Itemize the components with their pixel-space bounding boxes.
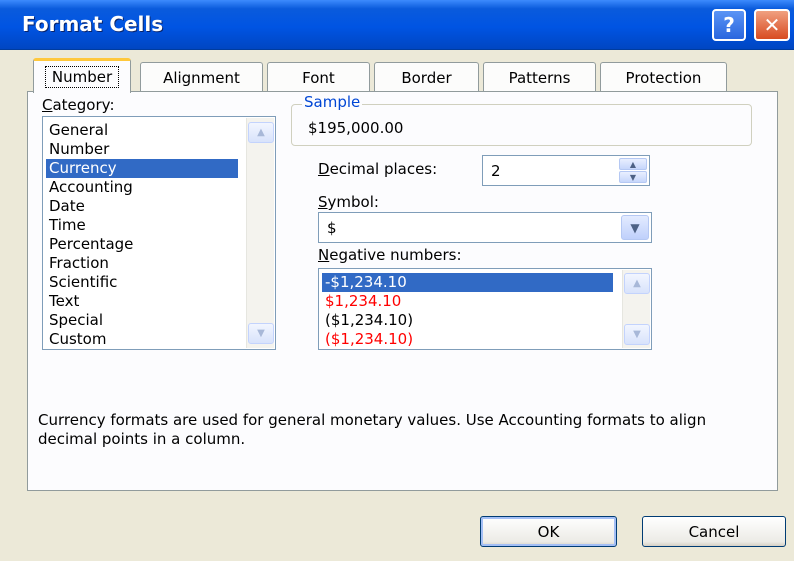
negative-numbers-text: egative numbers: [329, 246, 462, 264]
tab-number-label: Number [44, 66, 120, 88]
tab-protection[interactable]: Protection [600, 62, 727, 92]
tab-number[interactable]: Number [33, 58, 131, 93]
tab-border-label: Border [401, 68, 452, 87]
symbol-accesskey: S [318, 193, 328, 211]
close-button[interactable]: ✕ [754, 9, 790, 41]
tab-border[interactable]: Border [374, 62, 479, 92]
format-description: Currency formats are used for general mo… [38, 411, 707, 448]
cancel-button[interactable]: Cancel [642, 516, 786, 547]
tab-font-label: Font [302, 68, 335, 87]
negative-item-parentheses-red[interactable]: ($1,234.10) [322, 330, 613, 349]
negative-item-minus[interactable]: -$1,234.10 [322, 273, 613, 292]
tab-patterns[interactable]: Patterns [483, 62, 596, 92]
help-icon: ? [723, 13, 735, 37]
category-item-text[interactable]: Text [46, 292, 242, 311]
category-scroll-up-button[interactable]: ▲ [248, 122, 274, 143]
category-item-accounting[interactable]: Accounting [46, 178, 242, 197]
category-label-text: ategory: [52, 96, 115, 114]
decimal-places-value[interactable]: 2 [491, 162, 501, 180]
negative-item-parentheses[interactable]: ($1,234.10) [322, 311, 613, 330]
sample-title: Sample [302, 93, 363, 111]
category-label-accesskey: C [42, 96, 53, 114]
category-item-special[interactable]: Special [46, 311, 242, 330]
category-item-fraction[interactable]: Fraction [46, 254, 242, 273]
window-title: Format Cells [22, 12, 164, 36]
ok-button-label: OK [537, 522, 560, 541]
symbol-dropdown[interactable]: $ ▼ [318, 212, 652, 243]
decimal-places-spinner[interactable]: 2 ▲ ▼ [482, 155, 650, 186]
help-button[interactable]: ? [712, 9, 746, 41]
close-icon: ✕ [763, 13, 781, 37]
category-label: Category: [42, 96, 115, 114]
category-item-time[interactable]: Time [46, 216, 242, 235]
category-scroll-down-button[interactable]: ▼ [248, 323, 274, 344]
triangle-down-icon: ▼ [257, 328, 265, 339]
category-item-number[interactable]: Number [46, 140, 242, 159]
negative-scroll-up-button[interactable]: ▲ [624, 273, 650, 294]
symbol-text: ymbol: [327, 193, 379, 211]
symbol-label: Symbol: [318, 193, 379, 211]
triangle-down-icon: ▼ [629, 172, 637, 182]
title-bar[interactable]: Format Cells ? ✕ [0, 0, 794, 50]
category-item-custom[interactable]: Custom [46, 330, 242, 349]
triangle-up-icon: ▲ [257, 127, 265, 138]
category-item-general[interactable]: General [46, 121, 242, 140]
symbol-value: $ [327, 219, 337, 237]
decimal-up-button[interactable]: ▲ [619, 158, 647, 170]
negative-numbers-listbox[interactable]: -$1,234.10 $1,234.10 ($1,234.10) ($1,234… [318, 268, 652, 350]
triangle-up-icon: ▲ [629, 159, 637, 169]
tab-patterns-label: Patterns [508, 68, 571, 87]
cancel-button-label: Cancel [688, 522, 740, 541]
decimal-places-label: Decimal places: [318, 160, 437, 178]
category-item-scientific[interactable]: Scientific [46, 273, 242, 292]
decimal-places-accesskey: D [318, 160, 330, 178]
negative-numbers-label: Negative numbers: [318, 246, 462, 264]
tab-alignment[interactable]: Alignment [140, 62, 263, 92]
tab-protection-label: Protection [625, 68, 702, 87]
decimal-places-text: ecimal places: [329, 160, 438, 178]
chevron-down-icon: ▼ [630, 220, 640, 235]
decimal-down-button[interactable]: ▼ [619, 171, 647, 183]
tab-font[interactable]: Font [267, 62, 370, 92]
category-scrollbar[interactable]: ▲ ▼ [246, 118, 274, 348]
triangle-up-icon: ▲ [633, 278, 641, 289]
category-item-date[interactable]: Date [46, 197, 242, 216]
sample-value: $195,000.00 [308, 119, 404, 137]
triangle-down-icon: ▼ [633, 329, 641, 340]
negative-numbers-scrollbar[interactable]: ▲ ▼ [622, 270, 650, 348]
ok-button[interactable]: OK [480, 516, 617, 547]
category-item-percentage[interactable]: Percentage [46, 235, 242, 254]
category-item-currency[interactable]: Currency [46, 159, 238, 178]
symbol-dropdown-button[interactable]: ▼ [621, 215, 649, 240]
negative-scroll-down-button[interactable]: ▼ [624, 324, 650, 345]
category-listbox[interactable]: General Number Currency Accounting Date … [42, 116, 276, 350]
tab-alignment-label: Alignment [163, 68, 240, 87]
negative-item-red[interactable]: $1,234.10 [322, 292, 613, 311]
sample-groupbox: Sample $195,000.00 [291, 93, 752, 146]
negative-numbers-accesskey: N [318, 246, 330, 264]
